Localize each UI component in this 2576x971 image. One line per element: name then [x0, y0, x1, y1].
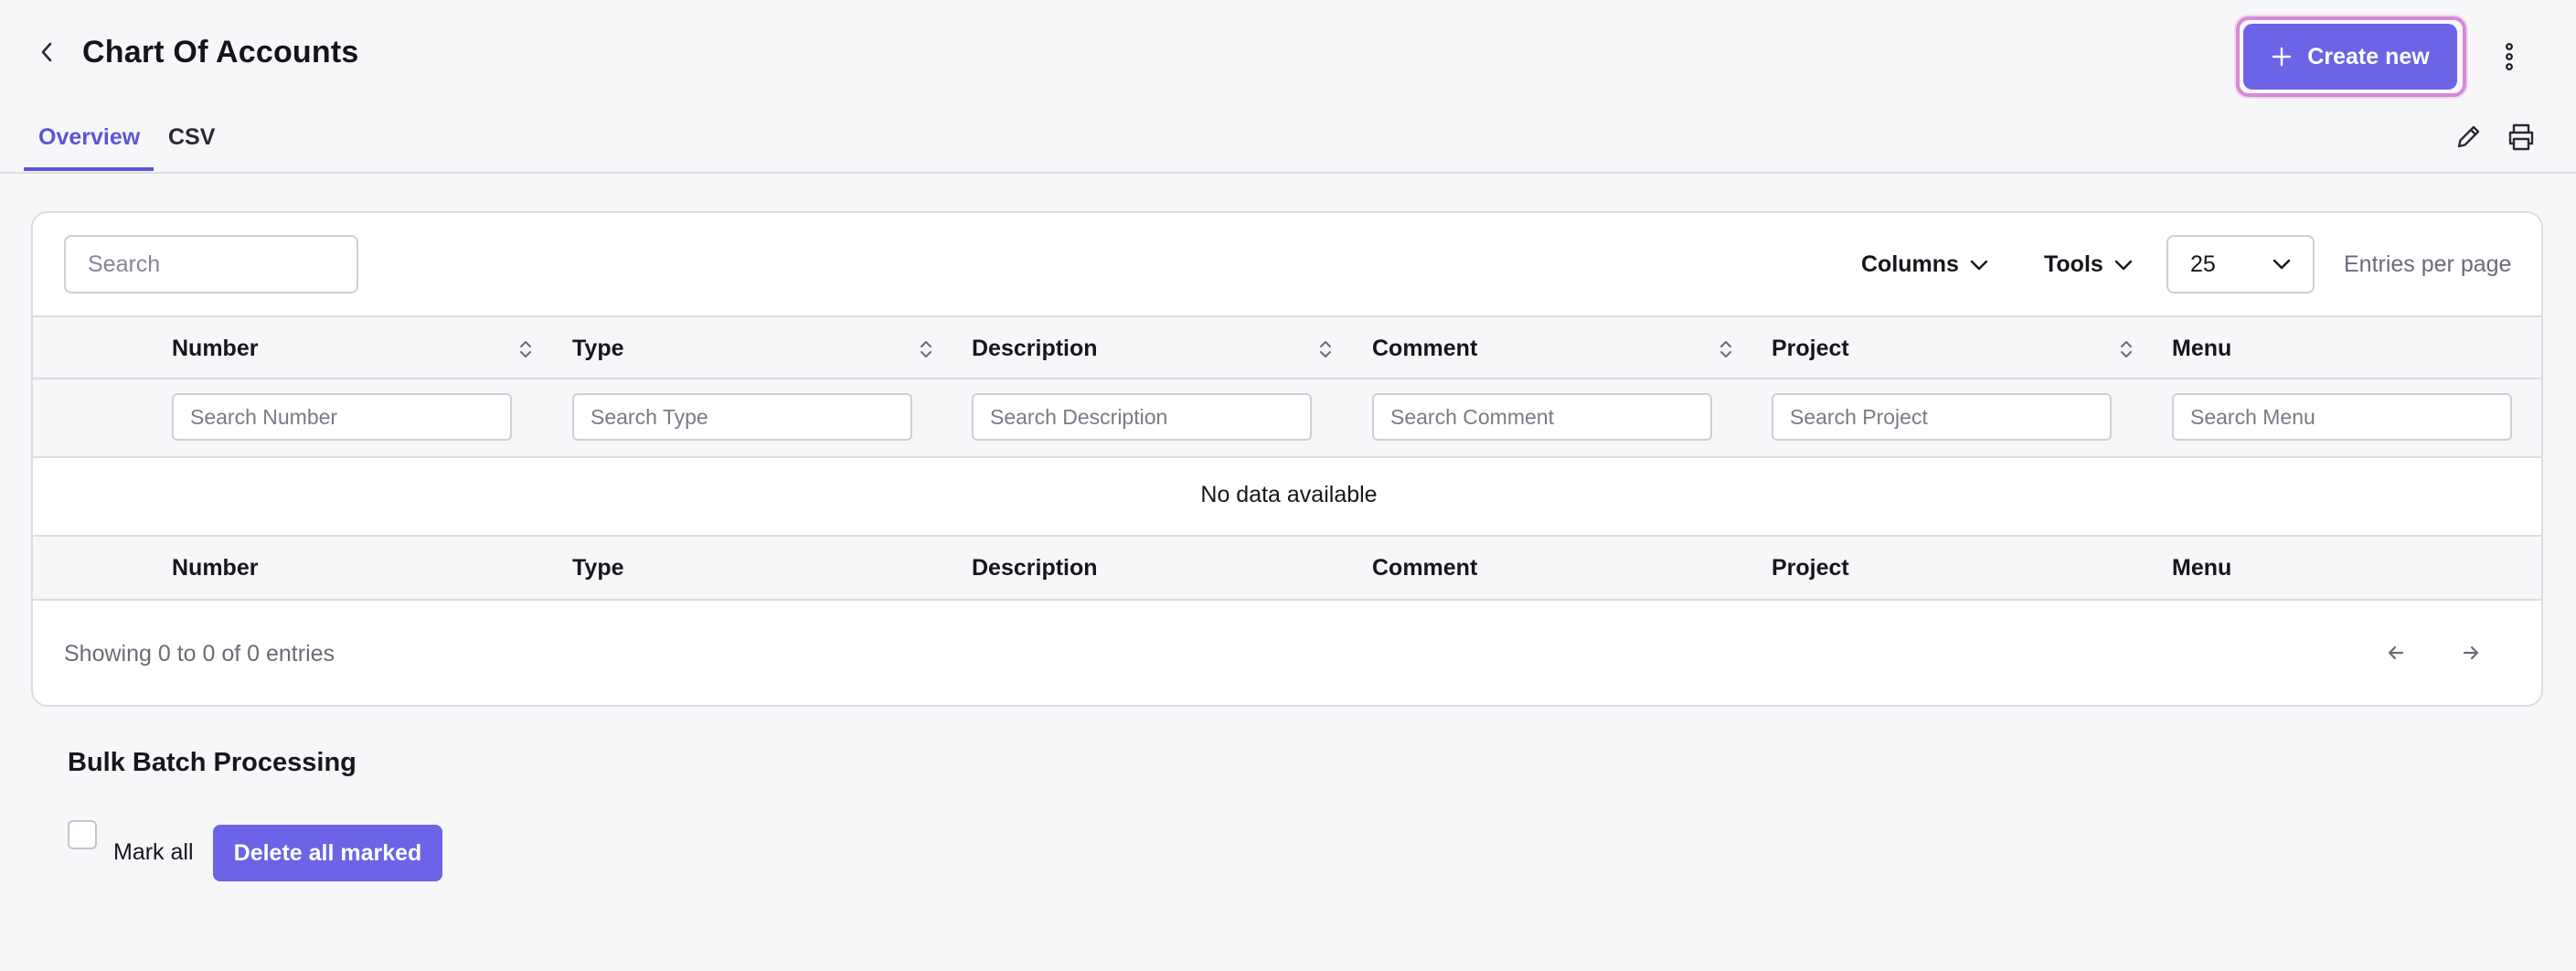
printer-icon [2505, 121, 2538, 154]
delete-all-marked-button[interactable]: Delete all marked [213, 825, 442, 881]
entries-per-page-label: Entries per page [2344, 251, 2512, 277]
tools-label: Tools [2044, 251, 2103, 277]
tabs-divider [0, 172, 2576, 174]
arrow-right-icon [2457, 639, 2485, 667]
bulk-processing-heading: Bulk Batch Processing [68, 748, 357, 777]
columns-dropdown[interactable]: Columns [1861, 251, 1988, 278]
tab-overview[interactable]: Overview [38, 124, 140, 151]
filter-description-input[interactable] [972, 393, 1312, 441]
column-footer-comment: Comment [1372, 555, 1478, 581]
sort-icon[interactable] [916, 337, 936, 361]
chevron-down-icon [1970, 260, 1988, 271]
table-footer-row: Number Type Description Comment Project … [33, 537, 2541, 601]
search-input[interactable] [64, 235, 358, 293]
column-header-number[interactable]: Number [172, 336, 258, 362]
column-footer-type: Type [572, 555, 624, 581]
edit-button[interactable] [2452, 121, 2485, 154]
columns-label: Columns [1861, 251, 1959, 277]
sort-icon[interactable] [1315, 337, 1336, 361]
sort-icon[interactable] [2116, 337, 2136, 361]
create-new-button[interactable]: Create new [2243, 24, 2457, 90]
sort-icon[interactable] [516, 337, 536, 361]
accounts-table-card: Columns Tools 25 Entries per page Number… [31, 211, 2543, 707]
plus-icon [2271, 46, 2293, 68]
arrow-left-icon [2382, 639, 2410, 667]
print-button[interactable] [2505, 121, 2538, 154]
column-header-comment[interactable]: Comment [1372, 336, 1477, 362]
filter-menu-input[interactable] [2172, 393, 2512, 441]
no-data-message: No data available [1200, 482, 1378, 507]
tab-csv[interactable]: CSV [168, 124, 215, 151]
filter-type-input[interactable] [572, 393, 912, 441]
page-title: Chart Of Accounts [82, 35, 359, 69]
filter-project-input[interactable] [1772, 393, 2112, 441]
per-page-value: 25 [2190, 251, 2216, 277]
chevron-down-icon [2114, 260, 2133, 271]
entries-per-page-select[interactable]: 25 [2166, 235, 2315, 293]
column-header-menu: Menu [2172, 336, 2232, 361]
column-header-type[interactable]: Type [572, 336, 624, 362]
column-header-project[interactable]: Project [1772, 336, 1849, 362]
filter-number-input[interactable] [172, 393, 512, 441]
chevron-left-icon [39, 41, 54, 63]
column-footer-menu: Menu [2172, 555, 2232, 581]
sort-icon[interactable] [1716, 337, 1736, 361]
previous-page-button[interactable] [2382, 639, 2410, 667]
active-tab-indicator [24, 167, 154, 171]
tools-dropdown[interactable]: Tools [2044, 251, 2133, 278]
table-filter-row [33, 379, 2541, 458]
next-page-button[interactable] [2457, 639, 2485, 667]
back-button[interactable] [31, 37, 62, 68]
table-empty-row: No data available [33, 458, 2541, 537]
chevron-down-icon [2273, 259, 2291, 270]
column-footer-project: Project [1772, 555, 1849, 581]
mark-all-checkbox[interactable] [68, 820, 97, 849]
pagination-info: Showing 0 to 0 of 0 entries [64, 641, 335, 667]
more-options-button[interactable] [2496, 37, 2523, 77]
pencil-icon [2452, 121, 2485, 154]
filter-comment-input[interactable] [1372, 393, 1712, 441]
more-vertical-icon [2506, 43, 2513, 70]
table-header-row: Number Type Description Comment Project … [33, 315, 2541, 379]
column-header-description[interactable]: Description [972, 336, 1098, 362]
mark-all-label: Mark all [113, 839, 194, 865]
create-new-label: Create new [2307, 43, 2430, 69]
column-footer-description: Description [972, 555, 1098, 581]
column-footer-number: Number [172, 555, 259, 581]
